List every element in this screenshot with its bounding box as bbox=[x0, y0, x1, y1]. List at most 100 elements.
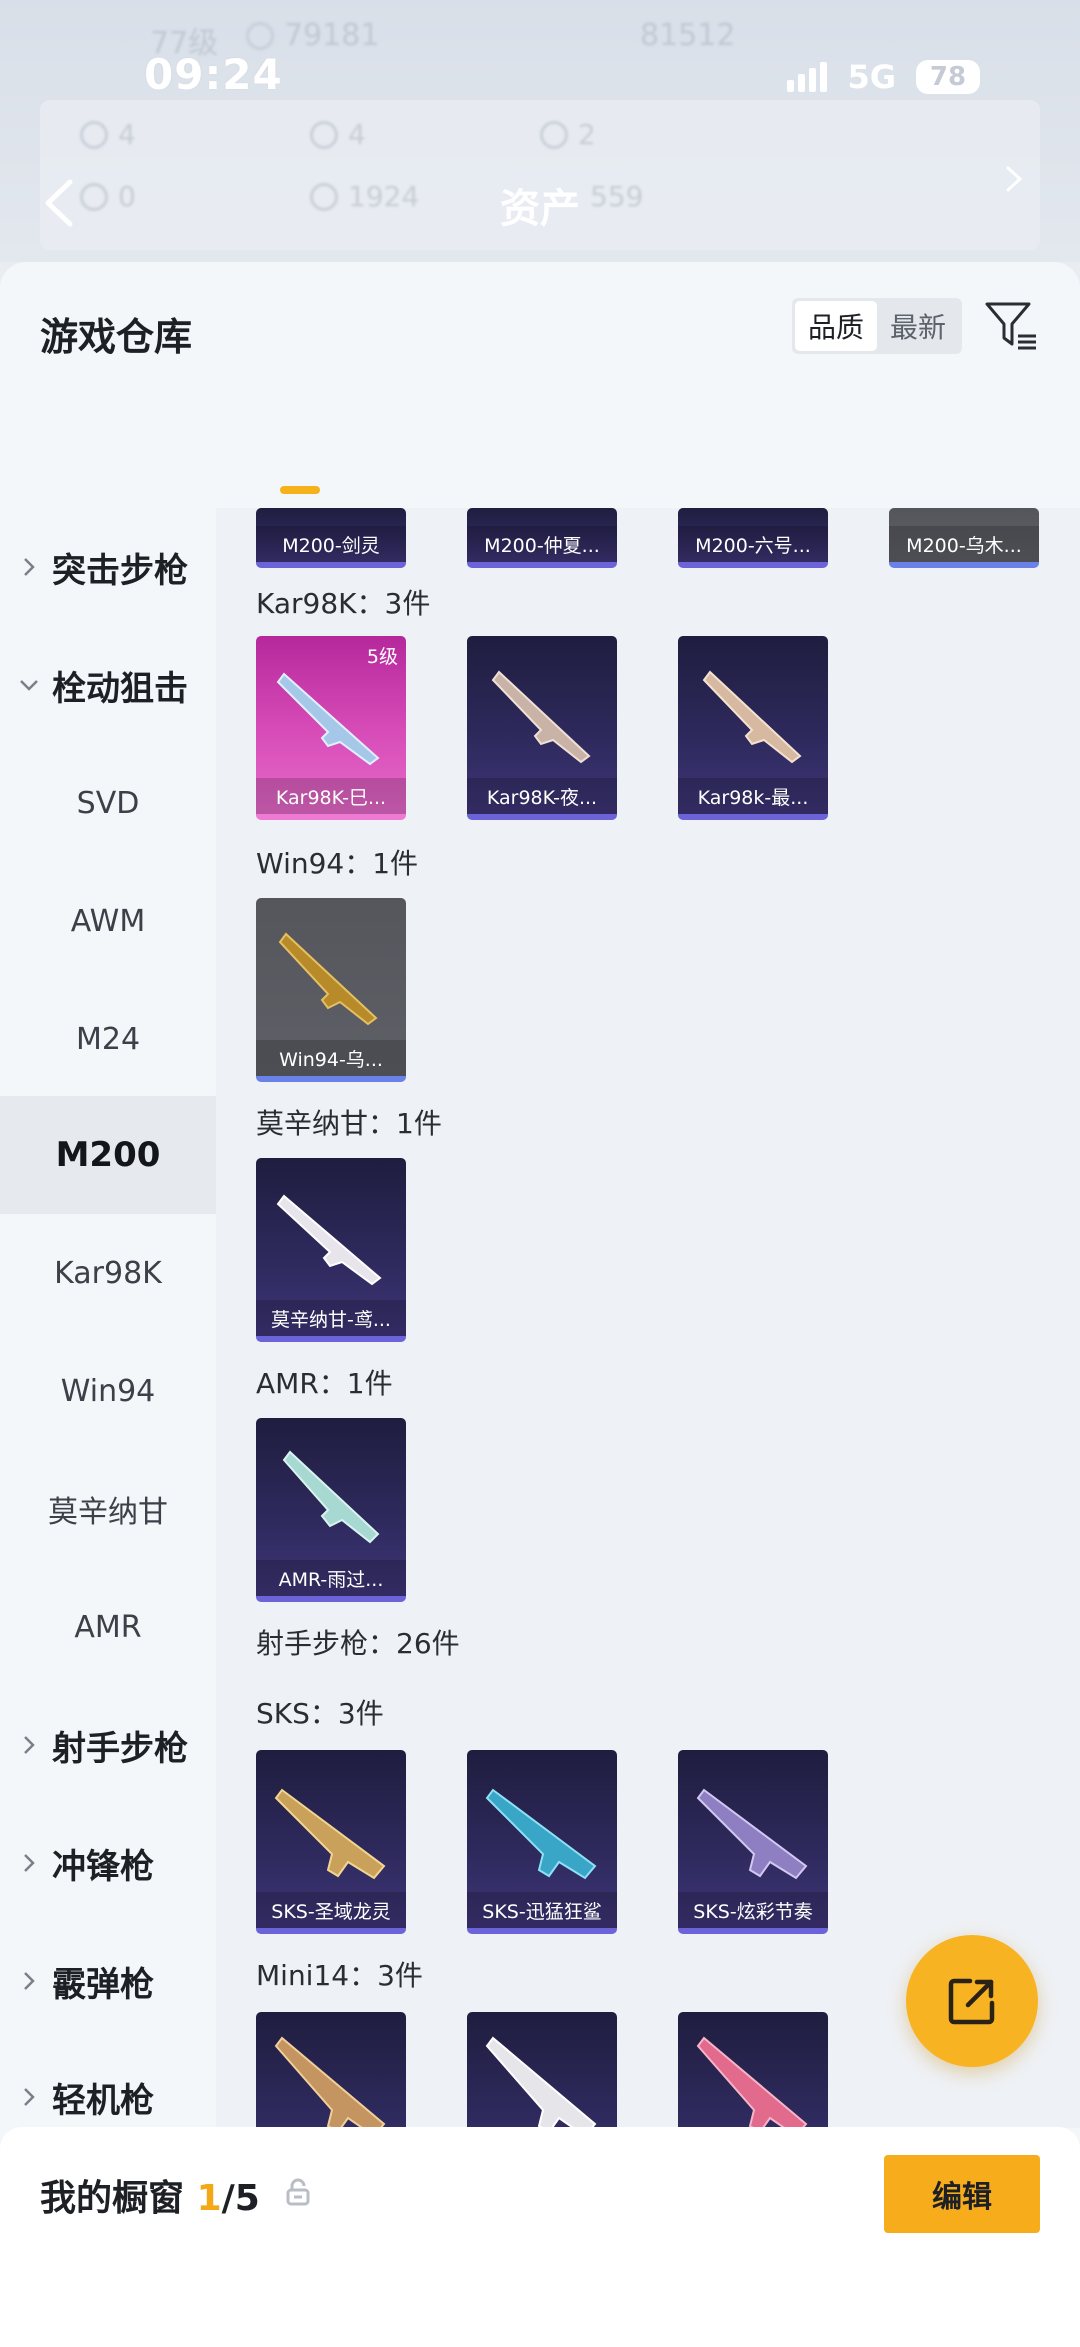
sort-quality-button[interactable]: 品质 bbox=[795, 301, 877, 351]
back-icon[interactable] bbox=[40, 178, 76, 228]
sidebar-item-amr[interactable]: AMR bbox=[0, 1568, 216, 1686]
card-caption: M200-六号... bbox=[678, 526, 828, 562]
signal-icon bbox=[787, 62, 828, 92]
card-caption: Kar98K-夜... bbox=[467, 778, 617, 814]
card-caption: SKS-迅猛狂鲨 bbox=[467, 1892, 617, 1928]
rifle-icon bbox=[276, 1194, 382, 1286]
coin-icon bbox=[80, 120, 108, 149]
rifle-icon bbox=[491, 670, 591, 764]
page-title: 游戏仓库 bbox=[40, 315, 193, 359]
eye-icon bbox=[246, 21, 274, 50]
card-caption: 莫辛纳甘-鸢... bbox=[256, 1300, 406, 1336]
card-caption: SKS-圣域龙灵 bbox=[256, 1892, 406, 1928]
section-label-marksman: 射手步枪：26件 bbox=[256, 1627, 460, 1660]
gear-icon bbox=[540, 120, 568, 149]
weapon-card[interactable]: AMR-雨过... bbox=[256, 1418, 406, 1602]
section-label-mini14: Mini14：3件 bbox=[256, 1959, 423, 1992]
weapon-grid: M200-剑灵 M200-仲夏... M200-六号... M200-乌木...… bbox=[216, 508, 1080, 2128]
sidebar-item-awm[interactable]: AWM bbox=[0, 862, 216, 980]
active-tab-indicator bbox=[280, 486, 320, 494]
weapon-card[interactable]: M200-六号... bbox=[678, 508, 828, 568]
rifle-icon bbox=[485, 1788, 597, 1880]
weapon-card[interactable]: Win94-乌... bbox=[256, 898, 406, 1082]
card-caption: Win94-乌... bbox=[256, 1040, 406, 1076]
sidebar-item-mosin[interactable]: 莫辛纳甘 bbox=[0, 1450, 216, 1568]
section-label-sks: SKS：3件 bbox=[256, 1697, 384, 1730]
sidebar-item-svd[interactable]: SVD bbox=[0, 744, 216, 862]
gem-icon bbox=[310, 182, 338, 211]
showcase-count-total: /5 bbox=[221, 2178, 260, 2219]
showcase-bar: 我的橱窗 1/5 编辑 bbox=[0, 2127, 1080, 2347]
chevron-right-icon bbox=[24, 1736, 35, 1754]
weapon-category-sidebar: 突击步枪 栓动狙击 SVD AWM M24 M200 Kar98K Win94 … bbox=[0, 508, 216, 2128]
card-caption: Kar98K-巳... bbox=[256, 778, 406, 814]
sort-newest-button[interactable]: 最新 bbox=[877, 301, 959, 351]
chevron-right-icon bbox=[24, 1972, 35, 1990]
card-caption: AMR-雨过... bbox=[256, 1560, 406, 1596]
weapon-card[interactable] bbox=[678, 2012, 828, 2128]
share-fab-button[interactable] bbox=[906, 1935, 1038, 2067]
weapon-card[interactable]: M200-剑灵 bbox=[256, 508, 406, 568]
lock-icon bbox=[286, 2178, 310, 2206]
edit-button[interactable]: 编辑 bbox=[884, 2155, 1040, 2233]
weapon-card[interactable]: 莫辛纳甘-鸢... bbox=[256, 1158, 406, 1342]
chevron-right-icon bbox=[24, 1854, 35, 1872]
weapon-card[interactable]: SKS-炫彩节奏 bbox=[678, 1750, 828, 1934]
card-caption: M200-剑灵 bbox=[256, 526, 406, 562]
status-indicators: 5G 78 bbox=[787, 58, 980, 96]
weapon-card[interactable]: M200-乌木... bbox=[889, 508, 1039, 568]
weapon-card[interactable]: Kar98k-最... bbox=[678, 636, 828, 820]
chevron-down-icon bbox=[20, 680, 38, 691]
asset-stat: 2 bbox=[540, 118, 596, 151]
weapon-card[interactable]: Kar98K-夜... bbox=[467, 636, 617, 820]
asset-stat: 4 bbox=[80, 118, 136, 151]
weapon-card[interactable] bbox=[256, 2012, 406, 2128]
profile-header-blurred: 77级 79181 81512 09:24 5G 78 4 4 2 0 1924… bbox=[0, 0, 1080, 262]
chevron-right-icon bbox=[24, 558, 35, 576]
showcase-count-current: 1 bbox=[196, 2178, 222, 2219]
rifle-icon bbox=[274, 2036, 386, 2128]
weapon-card[interactable]: SKS-圣域龙灵 bbox=[256, 1750, 406, 1934]
clock-icon bbox=[310, 120, 338, 149]
asset-stat: 0 bbox=[80, 180, 136, 213]
chevron-right-icon bbox=[24, 2088, 35, 2106]
views-stat: 79181 bbox=[246, 18, 379, 53]
sort-toggle: 品质 最新 bbox=[792, 298, 962, 354]
sidebar-group-shotgun[interactable]: 霰弹枪 bbox=[0, 1922, 216, 2040]
asset-label: 资产 bbox=[500, 186, 580, 232]
filter-icon[interactable] bbox=[984, 300, 1038, 352]
asset-stat: 1924 bbox=[310, 180, 419, 213]
weapon-card[interactable]: 5级 Kar98K-巳... bbox=[256, 636, 406, 820]
sidebar-group-bolt-sniper[interactable]: 栓动狙击 bbox=[0, 626, 216, 744]
section-label-win94: Win94：1件 bbox=[256, 847, 419, 880]
rifle-icon bbox=[485, 2036, 597, 2128]
sidebar-group-marksman-rifle[interactable]: 射手步枪 bbox=[0, 1686, 216, 1804]
sidebar-item-win94[interactable]: Win94 bbox=[0, 1332, 216, 1450]
card-caption: M200-乌木... bbox=[889, 526, 1039, 562]
popularity-stat: 81512 bbox=[640, 18, 736, 53]
sidebar-group-smg[interactable]: 冲锋枪 bbox=[0, 1804, 216, 1922]
network-type: 5G bbox=[847, 58, 896, 96]
weapon-card[interactable]: SKS-迅猛狂鲨 bbox=[467, 1750, 617, 1934]
asset-stat: 4 bbox=[310, 118, 366, 151]
battery-indicator: 78 bbox=[916, 60, 980, 94]
sidebar-item-m200[interactable]: M200 bbox=[0, 1096, 216, 1214]
card-caption: M200-仲夏... bbox=[467, 526, 617, 562]
card-caption: SKS-炫彩节奏 bbox=[678, 1892, 828, 1928]
sidebar-item-kar98k[interactable]: Kar98K bbox=[0, 1214, 216, 1332]
weapon-card[interactable] bbox=[467, 2012, 617, 2128]
sidebar-item-m24[interactable]: M24 bbox=[0, 980, 216, 1098]
rifle-icon bbox=[702, 670, 802, 764]
category-tabs: 时装452 枪械194 装备320 载具5 战备149 bbox=[0, 412, 1080, 625]
asset-stat: 559 bbox=[590, 180, 644, 213]
sidebar-group-assault-rifle[interactable]: 突击步枪 bbox=[0, 508, 216, 626]
rifle-icon bbox=[278, 932, 378, 1026]
rifle-icon bbox=[276, 672, 380, 766]
section-label-kar98k: Kar98K：3件 bbox=[256, 587, 431, 620]
rifle-icon bbox=[696, 2036, 808, 2128]
rifle-icon bbox=[282, 1450, 380, 1544]
section-label-amr: AMR：1件 bbox=[256, 1367, 393, 1400]
chevron-right-icon[interactable] bbox=[1004, 165, 1024, 193]
weapon-card[interactable]: M200-仲夏... bbox=[467, 508, 617, 568]
rifle-icon bbox=[696, 1788, 808, 1880]
